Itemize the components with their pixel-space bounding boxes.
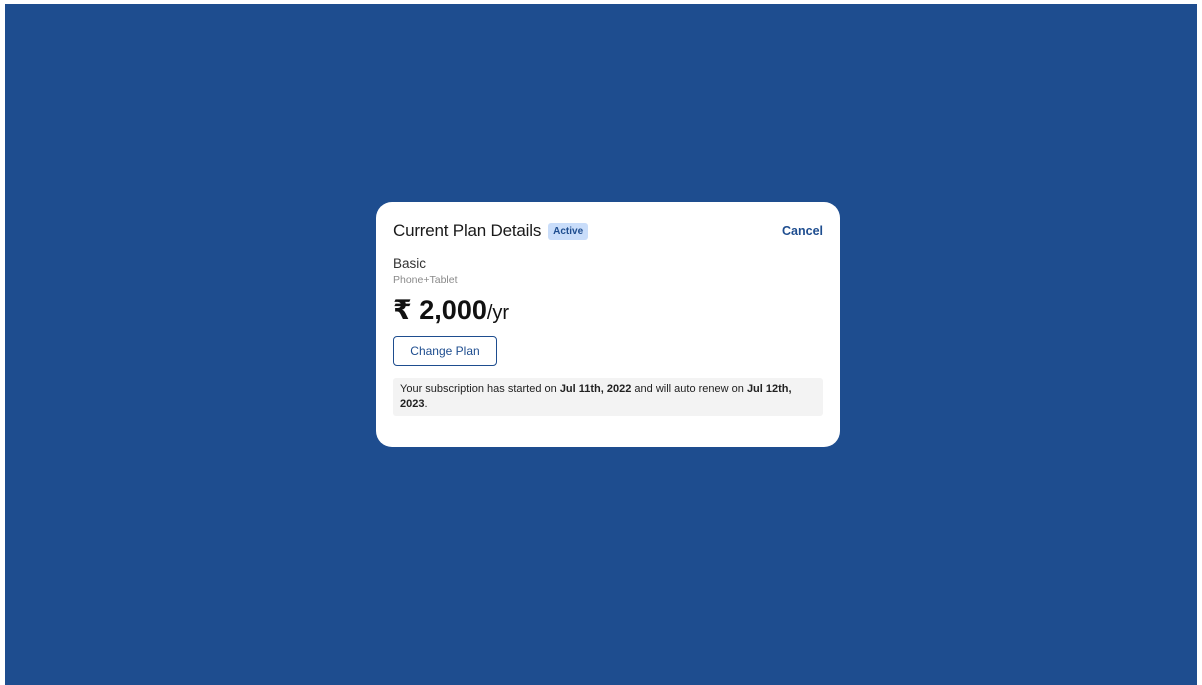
notice-prefix: Your subscription has started on — [400, 383, 560, 395]
plan-price: ₹ 2,000/yr — [393, 294, 823, 326]
change-plan-button[interactable]: Change Plan — [393, 336, 497, 366]
notice-suffix: . — [424, 398, 428, 410]
notice-middle: and will auto renew on — [631, 383, 747, 395]
subscription-notice: Your subscription has started on Jul 11t… — [393, 378, 823, 416]
card-title: Current Plan Details — [393, 221, 542, 240]
page-backdrop: Current Plan Details Active Cancel Basic… — [5, 4, 1197, 685]
plan-name: Basic — [393, 256, 427, 271]
cancel-button[interactable]: Cancel — [782, 224, 823, 238]
card-header: Current Plan Details Active Cancel — [393, 221, 823, 241]
plan-devices: Phone+Tablet — [393, 274, 458, 286]
title-group: Current Plan Details Active — [393, 221, 589, 241]
status-badge: Active — [548, 222, 589, 240]
price-period: /yr — [486, 302, 510, 324]
price-amount: ₹ 2,000 — [393, 295, 487, 325]
current-plan-card: Current Plan Details Active Cancel Basic… — [376, 202, 840, 447]
notice-start-date: Jul 11th, 2022 — [559, 383, 632, 395]
